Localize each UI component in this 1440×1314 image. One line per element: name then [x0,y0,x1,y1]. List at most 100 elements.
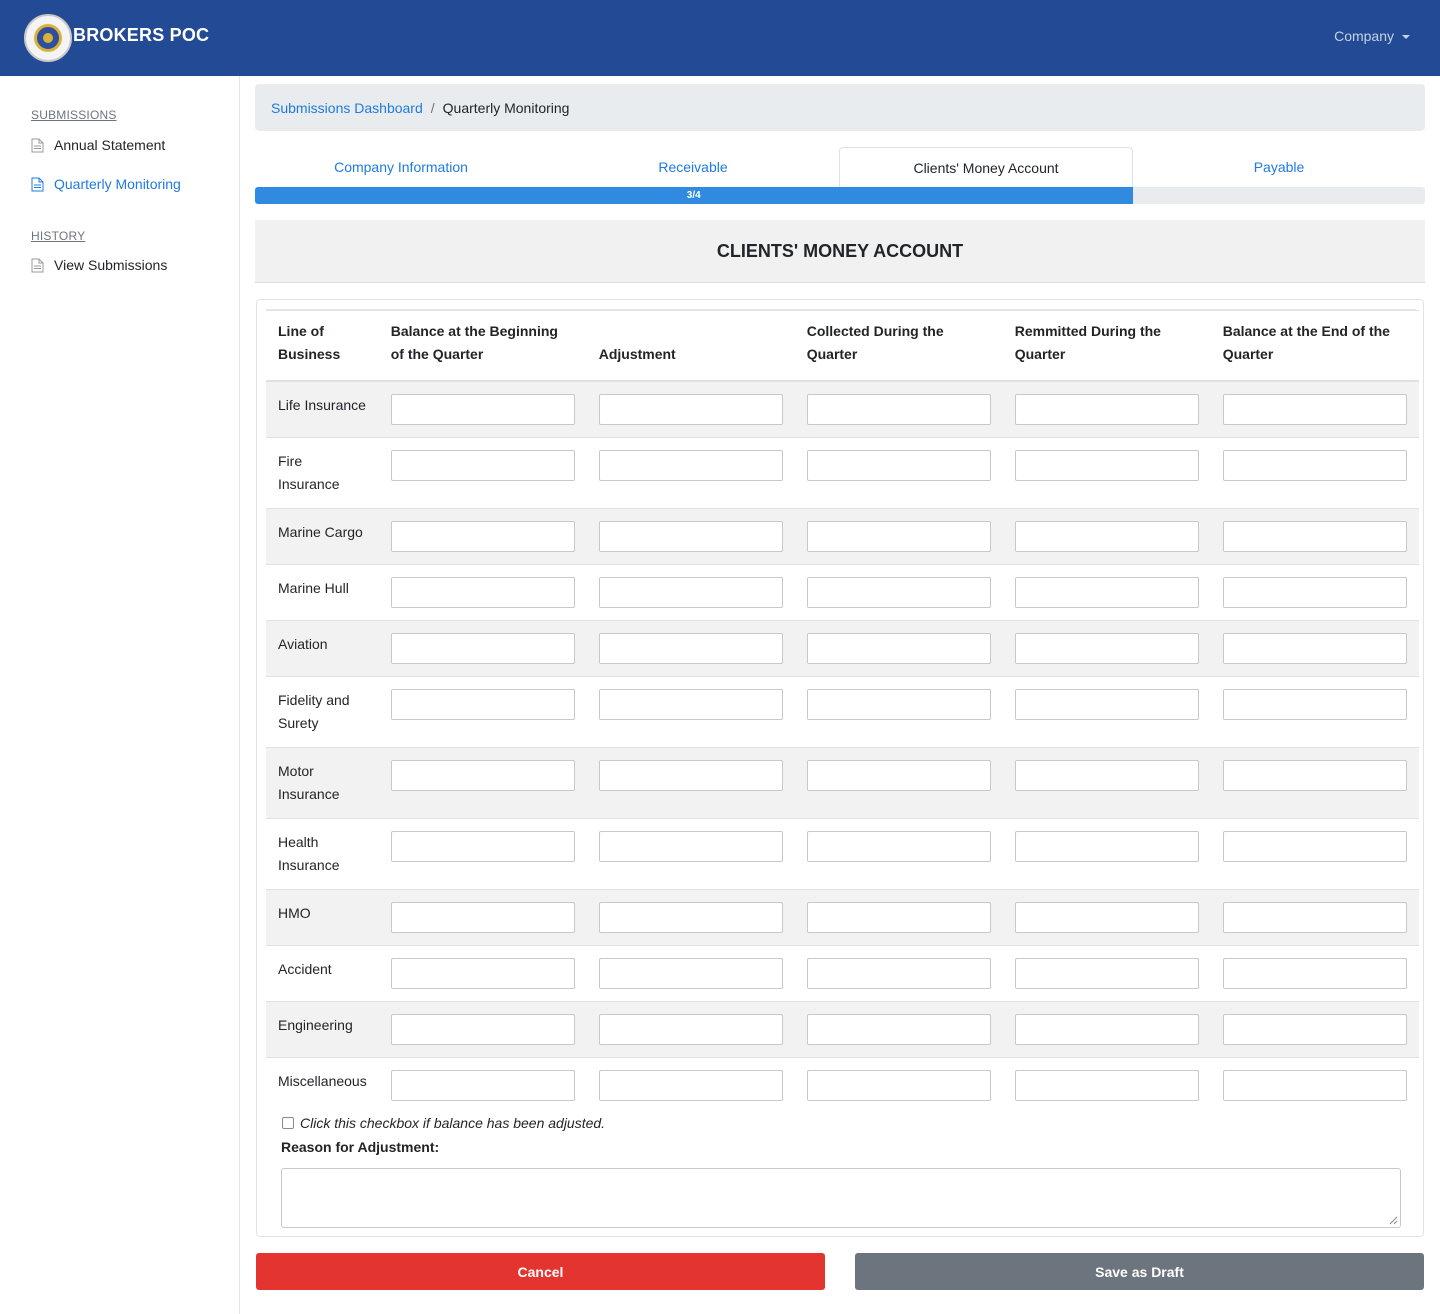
amount-input[interactable] [1014,688,1199,720]
table-cell [1210,380,1419,437]
amount-input[interactable] [598,759,783,791]
amount-input[interactable] [598,830,783,862]
adjustment-checkbox[interactable] [282,1117,294,1129]
table-cell [1210,889,1419,945]
amount-input[interactable] [1014,759,1199,791]
amount-input[interactable] [390,576,575,608]
amount-input[interactable] [1222,576,1407,608]
table-cell [1002,620,1211,676]
amount-input[interactable] [806,759,991,791]
amount-input[interactable] [598,520,783,552]
table-cell [794,1001,1003,1057]
amount-input[interactable] [1222,1013,1407,1045]
amount-input[interactable] [1222,957,1407,989]
line-of-business-label: Aviation [266,620,379,676]
amount-input[interactable] [390,759,575,791]
amount-input[interactable] [1014,830,1199,862]
table-cell [1002,380,1211,437]
sidebar-item-label: Quarterly Monitoring [54,176,181,192]
amount-input[interactable] [806,576,991,608]
top-navbar: BROKERS POC Company [0,0,1440,76]
amount-input[interactable] [598,1013,783,1045]
amount-input[interactable] [390,688,575,720]
table-row: Fidelity and Surety [266,676,1419,747]
sidebar-item-annual-statement[interactable]: Annual Statement [31,137,165,153]
breadcrumb-current: Quarterly Monitoring [442,99,570,116]
amount-input[interactable] [598,688,783,720]
save-draft-button[interactable]: Save as Draft [855,1253,1424,1290]
amount-input[interactable] [806,520,991,552]
tab-clients-money-account[interactable]: Clients' Money Account [839,147,1133,187]
amount-input[interactable] [390,632,575,664]
amount-input[interactable] [598,901,783,933]
table-cell [795,676,1003,747]
amount-input[interactable] [806,830,991,862]
amount-input[interactable] [598,632,783,664]
tab-payable[interactable]: Payable [1133,147,1425,187]
amount-input[interactable] [1014,632,1199,664]
amount-input[interactable] [1222,520,1407,552]
amount-input[interactable] [598,1069,783,1101]
amount-input[interactable] [1222,901,1407,933]
amount-input[interactable] [1014,1013,1199,1045]
amount-input[interactable] [598,449,783,481]
amount-input[interactable] [1014,520,1199,552]
amount-input[interactable] [390,1013,575,1045]
amount-input[interactable] [390,901,575,933]
amount-input[interactable] [1222,688,1407,720]
tab-receivable[interactable]: Receivable [547,147,839,187]
amount-input[interactable] [390,449,575,481]
amount-input[interactable] [390,393,575,425]
company-dropdown[interactable]: Company [1334,28,1410,44]
amount-input[interactable] [1014,449,1199,481]
amount-input[interactable] [806,957,991,989]
step-progress: 3/4 [255,187,1425,204]
amount-input[interactable] [806,688,991,720]
table-cell [795,818,1003,889]
amount-input[interactable] [598,957,783,989]
tab-company-information[interactable]: Company Information [255,147,547,187]
sidebar-item-view-submissions[interactable]: View Submissions [31,257,167,273]
table-row: HMO [266,889,1419,945]
table-cell [1002,747,1211,818]
amount-input[interactable] [806,1013,991,1045]
amount-input[interactable] [806,632,991,664]
amount-input[interactable] [390,830,575,862]
line-of-business-label: Marine Cargo [266,508,379,564]
document-icon [31,138,44,152]
amount-input[interactable] [1222,830,1407,862]
table-row: Motor Insurance [266,747,1419,818]
amount-input[interactable] [390,1069,575,1101]
reason-textarea[interactable] [281,1168,1401,1228]
table-cell [795,437,1003,508]
amount-input[interactable] [390,957,575,989]
adjustment-checkbox-label: Click this checkbox if balance has been … [300,1115,606,1131]
table-cell [586,620,795,676]
table-cell [587,1057,795,1113]
amount-input[interactable] [598,393,783,425]
amount-input[interactable] [806,393,991,425]
table-cell [794,747,1003,818]
amount-input[interactable] [1222,393,1407,425]
brand-title[interactable]: BROKERS POC [73,25,209,46]
adjustment-checkbox-row[interactable]: Click this checkbox if balance has been … [282,1115,605,1131]
amount-input[interactable] [1014,901,1199,933]
table-cell [379,1057,587,1113]
amount-input[interactable] [806,449,991,481]
amount-input[interactable] [1014,957,1199,989]
resize-handle-icon[interactable] [1388,1215,1398,1225]
amount-input[interactable] [1222,1069,1407,1101]
amount-input[interactable] [1014,1069,1199,1101]
breadcrumb-link-dashboard[interactable]: Submissions Dashboard [271,100,423,116]
amount-input[interactable] [806,901,991,933]
amount-input[interactable] [1222,449,1407,481]
amount-input[interactable] [1222,759,1407,791]
amount-input[interactable] [390,520,575,552]
amount-input[interactable] [1014,393,1199,425]
amount-input[interactable] [598,576,783,608]
amount-input[interactable] [806,1069,991,1101]
amount-input[interactable] [1014,576,1199,608]
cancel-button[interactable]: Cancel [256,1253,825,1290]
sidebar-item-quarterly-monitoring[interactable]: Quarterly Monitoring [31,176,181,192]
amount-input[interactable] [1222,632,1407,664]
